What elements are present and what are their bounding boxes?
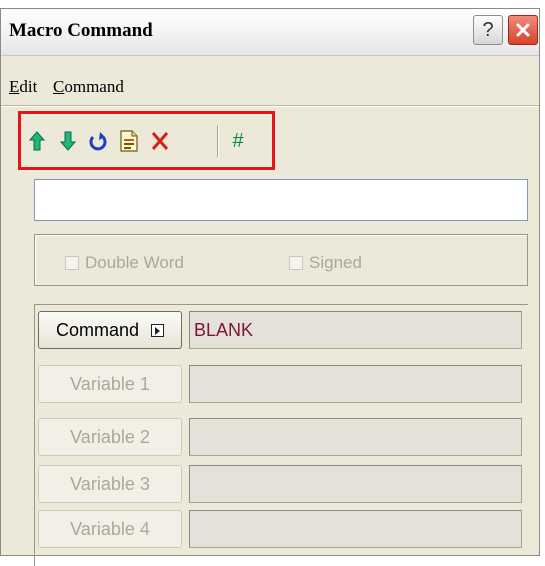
command-button-label: Command	[55, 319, 140, 340]
expand-arrow-icon	[151, 323, 165, 337]
menu-edit-accel: E	[9, 77, 20, 96]
help-icon: ?	[482, 18, 494, 41]
menu-bar: Edit Command	[1, 75, 539, 103]
signed-label: Signed	[309, 253, 362, 272]
hash-button[interactable]: #	[227, 129, 249, 153]
menu-separator	[1, 105, 539, 107]
move-down-button[interactable]	[57, 129, 79, 153]
toolbar-divider	[217, 125, 219, 157]
double-word-option: Double Word	[65, 253, 184, 273]
variable-1-label: Variable 1	[70, 373, 150, 394]
hash-icon: #	[232, 129, 244, 152]
menu-edit-label: dit	[19, 77, 38, 96]
variable-3-button[interactable]: Variable 3	[38, 465, 182, 503]
delete-button[interactable]	[149, 129, 171, 153]
double-word-label: Double Word	[85, 253, 184, 272]
document-icon	[120, 130, 138, 152]
macro-command-window: Macro Command ? Edit Command # Double Wo…	[0, 8, 540, 566]
macro-command-text-field[interactable]	[34, 179, 528, 221]
command-value: BLANK	[194, 319, 254, 340]
variable-2-field[interactable]	[189, 418, 522, 456]
close-button[interactable]	[508, 15, 538, 45]
menu-command[interactable]: Command	[53, 77, 124, 97]
signed-option: Signed	[289, 253, 362, 273]
variable-4-field[interactable]	[189, 510, 522, 548]
double-word-checkbox	[65, 256, 79, 270]
help-button[interactable]: ?	[473, 15, 503, 45]
menu-command-accel: C	[53, 77, 65, 96]
variable-4-label: Variable 4	[70, 518, 150, 539]
variable-2-button[interactable]: Variable 2	[38, 418, 182, 456]
variable-3-label: Variable 3	[70, 473, 150, 494]
window-title: Macro Command	[9, 20, 153, 41]
variable-1-field[interactable]	[189, 365, 522, 403]
variable-1-button[interactable]: Variable 1	[38, 365, 182, 403]
command-button[interactable]: Command	[38, 311, 182, 349]
undo-icon	[89, 132, 107, 151]
variable-4-button[interactable]: Variable 4	[38, 510, 182, 548]
move-down-icon	[59, 131, 77, 151]
variable-2-label: Variable 2	[70, 426, 150, 447]
close-icon	[516, 23, 530, 37]
menu-command-label: ommand	[64, 77, 124, 96]
delete-icon	[151, 132, 169, 150]
options-group: Double Word Signed	[34, 234, 528, 286]
title-bar: Macro Command ?	[1, 9, 539, 56]
undo-button[interactable]	[87, 129, 109, 153]
variable-3-field[interactable]	[189, 465, 522, 503]
move-up-button[interactable]	[26, 129, 48, 153]
signed-checkbox	[289, 256, 303, 270]
menu-edit[interactable]: Edit	[9, 77, 37, 97]
command-value-field[interactable]: BLANK	[189, 311, 522, 349]
document-button[interactable]	[118, 129, 140, 153]
move-up-icon	[28, 131, 46, 151]
